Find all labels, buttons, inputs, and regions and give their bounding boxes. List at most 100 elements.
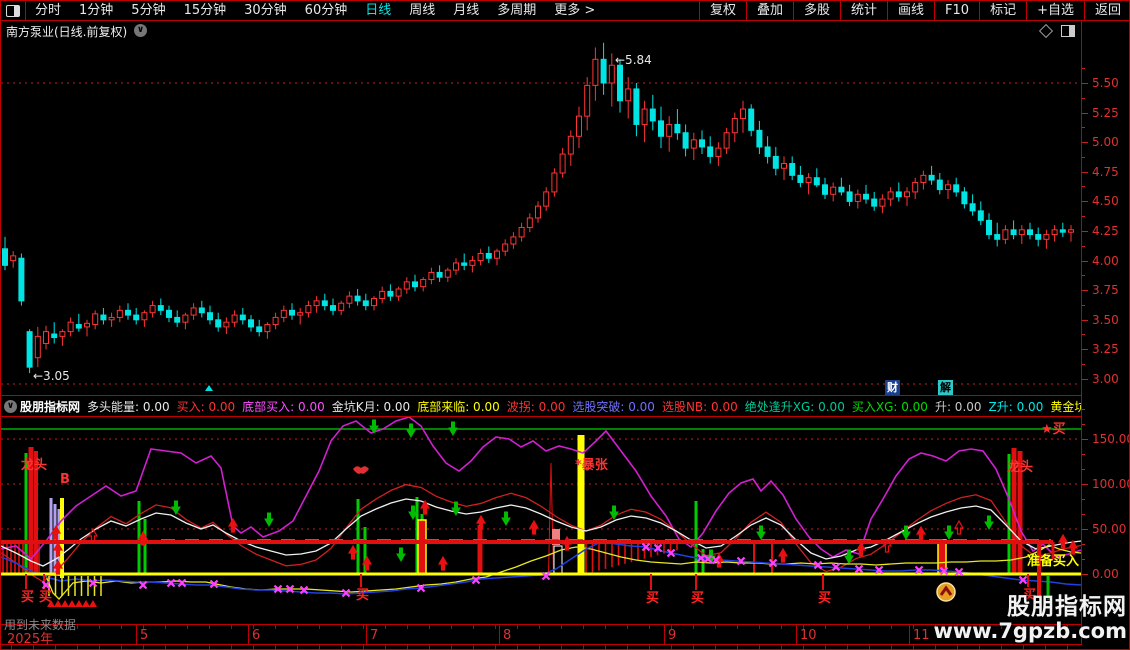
candle-body bbox=[273, 317, 278, 324]
candle-body bbox=[462, 263, 467, 265]
tool-button-返回[interactable]: 返回 bbox=[1084, 1, 1130, 20]
candle-body bbox=[601, 59, 606, 83]
axis-label: 50.00 bbox=[1092, 522, 1126, 536]
candle-body bbox=[134, 315, 139, 320]
period-tab-15分钟[interactable]: 15分钟 bbox=[175, 1, 236, 20]
candle-body bbox=[855, 194, 860, 201]
candle-body bbox=[27, 332, 32, 368]
indicator-header: ∨ 股朋指标网 多头能量: 0.00买入: 0.00底部买入: 0.00金坑K月… bbox=[1, 395, 1081, 417]
period-tab-多周期[interactable]: 多周期 bbox=[488, 1, 545, 20]
candle-body bbox=[577, 116, 582, 136]
candle-body bbox=[618, 65, 623, 101]
candle-body bbox=[864, 194, 869, 199]
candle-body bbox=[626, 89, 631, 101]
candle-body bbox=[724, 133, 729, 148]
candle-body bbox=[987, 220, 992, 234]
tool-button-多股[interactable]: 多股 bbox=[793, 1, 840, 20]
down-arrow bbox=[945, 526, 953, 539]
candlestick-chart[interactable]: ←5.84 ←3.05 财解 bbox=[1, 21, 1081, 395]
period-tab-月线[interactable]: 月线 bbox=[444, 1, 488, 20]
candle-body bbox=[519, 227, 524, 236]
up-arrow bbox=[955, 521, 963, 534]
candle-body bbox=[478, 253, 483, 260]
axis-label: 4.00 bbox=[1092, 254, 1119, 268]
month-label: 10 bbox=[800, 628, 817, 643]
axis-label: 4.75 bbox=[1092, 165, 1119, 179]
month-label: 8 bbox=[503, 628, 511, 643]
tool-button-F10[interactable]: F10 bbox=[934, 1, 979, 20]
indicator-svg: 买买买买买买买龙头龙头B*暴张★买准备买入 bbox=[1, 417, 1081, 625]
down-arrow bbox=[397, 548, 405, 561]
indicator-field: 底部来临: 0.00 bbox=[417, 398, 500, 415]
candle-body bbox=[716, 148, 721, 156]
event-badge-财[interactable]: 财 bbox=[885, 380, 900, 395]
candle-body bbox=[437, 272, 442, 277]
tool-button-标记[interactable]: 标记 bbox=[979, 1, 1026, 20]
candle-body bbox=[35, 336, 40, 357]
candle-body bbox=[167, 310, 172, 317]
green-spike-bar bbox=[357, 499, 360, 574]
month-label: 7 bbox=[370, 628, 378, 643]
candle-body bbox=[249, 320, 254, 327]
period-tab-日线[interactable]: 日线 bbox=[356, 1, 400, 20]
month-label: 11 bbox=[913, 628, 930, 643]
annotation-text: *暴张 bbox=[575, 458, 609, 473]
buy-label: 买 bbox=[818, 591, 831, 606]
indicator-field: 绝处逢升XG: 0.00 bbox=[745, 398, 845, 415]
candle-body bbox=[1036, 235, 1041, 240]
watermark-site-name: 股朋指标网 bbox=[933, 595, 1127, 620]
candle-body bbox=[773, 156, 778, 168]
annotation-text: B bbox=[60, 472, 70, 487]
period-tab-1分钟[interactable]: 1分钟 bbox=[70, 1, 122, 20]
annotation-text: 准备买入 bbox=[1027, 553, 1079, 569]
candle-body bbox=[872, 199, 877, 206]
down-arrow bbox=[985, 516, 993, 529]
candle-body bbox=[896, 192, 901, 197]
tool-button-叠加[interactable]: 叠加 bbox=[746, 1, 793, 20]
candle-body bbox=[372, 298, 377, 305]
down-arrow bbox=[449, 422, 457, 435]
candle-body bbox=[101, 315, 106, 320]
candle-body bbox=[888, 192, 893, 199]
up-arrow bbox=[1059, 535, 1067, 548]
tool-button-+自选[interactable]: +自选 bbox=[1026, 1, 1084, 20]
yellow-line-curve bbox=[46, 545, 1081, 599]
chevron-down-icon[interactable]: ∨ bbox=[4, 400, 17, 413]
period-tab-5分钟[interactable]: 5分钟 bbox=[122, 1, 174, 20]
tool-button-复权[interactable]: 复权 bbox=[699, 1, 746, 20]
price-axis: 5.505.255.004.754.504.254.003.753.503.25… bbox=[1081, 21, 1130, 645]
candle-body bbox=[708, 147, 713, 156]
indicator-panel[interactable]: 买买买买买买买龙头龙头B*暴张★买准备买入 bbox=[1, 417, 1081, 625]
green-spike-bar bbox=[695, 501, 698, 574]
candle-body bbox=[806, 178, 811, 183]
period-tab-60分钟[interactable]: 60分钟 bbox=[296, 1, 357, 20]
red-bar bbox=[478, 525, 483, 574]
candle-body bbox=[634, 89, 639, 125]
candle-body bbox=[609, 65, 614, 83]
tool-button-画线[interactable]: 画线 bbox=[887, 1, 934, 20]
layout-button[interactable] bbox=[1, 1, 26, 20]
event-badge-解[interactable]: 解 bbox=[938, 380, 953, 395]
candle-body bbox=[814, 178, 819, 185]
tool-button-统计[interactable]: 统计 bbox=[840, 1, 887, 20]
indicator-field: 选股突破: 0.00 bbox=[572, 398, 655, 415]
candle-body bbox=[970, 204, 975, 211]
candle-body bbox=[117, 310, 122, 317]
indicator-field: 升: 0.00 bbox=[935, 398, 982, 415]
period-tab-更多 >[interactable]: 更多 > bbox=[545, 1, 604, 20]
candle-body bbox=[306, 306, 311, 313]
period-tab-30分钟[interactable]: 30分钟 bbox=[235, 1, 296, 20]
axis-label: 5.50 bbox=[1092, 76, 1119, 90]
axis-label: 0.00 bbox=[1092, 567, 1119, 581]
period-tab-分时[interactable]: 分时 bbox=[26, 1, 70, 20]
axis-label: 4.25 bbox=[1092, 224, 1119, 238]
candle-body bbox=[765, 147, 770, 156]
period-tab-周线[interactable]: 周线 bbox=[400, 1, 444, 20]
candle-body bbox=[536, 206, 541, 218]
candle-body bbox=[347, 296, 352, 303]
event-marker-icon bbox=[205, 385, 213, 391]
candle-body bbox=[1028, 230, 1033, 235]
candle-body bbox=[68, 322, 73, 331]
candle-body bbox=[52, 334, 57, 338]
candle-body bbox=[568, 136, 573, 154]
